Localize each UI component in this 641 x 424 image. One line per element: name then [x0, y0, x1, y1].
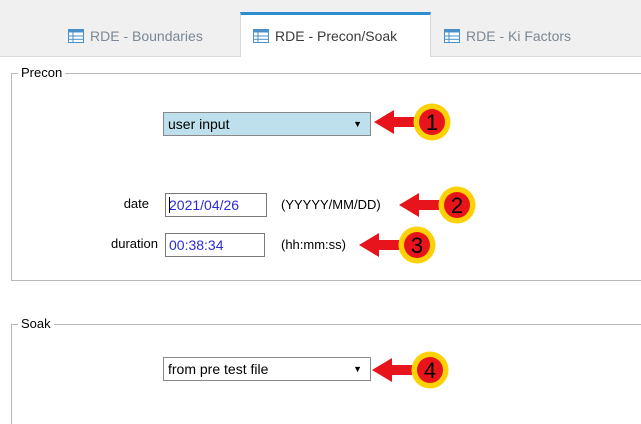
- tab-label: RDE - Boundaries: [90, 28, 203, 44]
- tab-label: RDE - Precon/Soak: [275, 28, 398, 44]
- date-format-hint: (YYYYY/MM/DD): [281, 197, 381, 212]
- callout-4: 4: [372, 351, 449, 389]
- soak-mode-select[interactable]: from pre test file ▼: [163, 357, 371, 381]
- tab-rde-precon-soak[interactable]: RDE - Precon/Soak: [240, 12, 431, 57]
- callout-3: 3: [359, 226, 436, 264]
- date-field[interactable]: 2021/04/26: [165, 193, 267, 217]
- date-label: date: [123, 196, 149, 211]
- duration-field[interactable]: 00:38:34: [165, 233, 265, 257]
- callout-number: 3: [411, 233, 423, 258]
- date-value: 2021/04/26: [169, 197, 240, 213]
- text-cursor: [169, 197, 170, 213]
- callout-number: 4: [424, 358, 436, 383]
- duration-value: 00:38:34: [169, 237, 224, 253]
- tab-label: RDE - Ki Factors: [466, 28, 572, 44]
- tab-rde-boundaries[interactable]: RDE - Boundaries: [56, 16, 228, 56]
- precon-legend: Precon: [18, 65, 66, 81]
- precon-mode-select[interactable]: user input ▼: [163, 112, 371, 136]
- chevron-down-icon: ▼: [353, 119, 362, 129]
- callout-number: 1: [426, 110, 438, 135]
- table-icon: [444, 29, 460, 43]
- soak-legend: Soak: [18, 316, 54, 332]
- duration-label: duration: [111, 236, 158, 251]
- callout-1: 1: [374, 103, 451, 141]
- table-icon: [253, 29, 269, 43]
- tab-rde-ki-factors[interactable]: RDE - Ki Factors: [432, 16, 602, 56]
- precon-mode-value: user input: [168, 116, 230, 132]
- duration-format-hint: (hh:mm:ss): [281, 237, 346, 252]
- soak-mode-value: from pre test file: [168, 361, 269, 377]
- callout-2: 2: [399, 186, 476, 224]
- chevron-down-icon: ▼: [353, 364, 362, 374]
- table-icon: [68, 29, 84, 43]
- callout-number: 2: [451, 193, 463, 218]
- tab-bar: RDE - Boundaries RDE - Precon/Soak RDE -…: [0, 0, 641, 57]
